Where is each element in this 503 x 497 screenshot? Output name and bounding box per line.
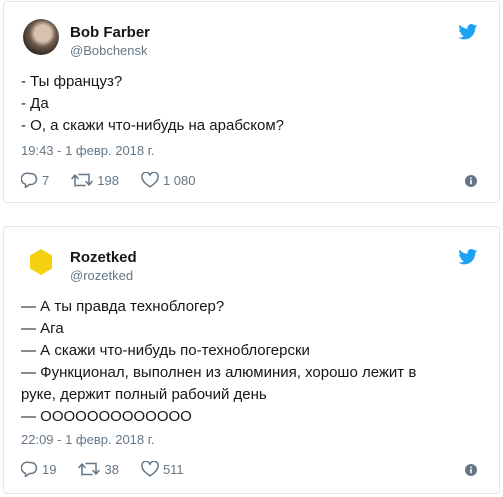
retweet-button[interactable]: 38: [78, 461, 119, 477]
tweet-line: - Да: [21, 95, 49, 112]
tweet-actions: 19 38 511: [21, 459, 206, 479]
timestamp[interactable]: 19:43 - 1 февр. 2018 г.: [21, 143, 155, 158]
tweet-actions: 7 198 1 080: [21, 170, 217, 190]
retweet-icon: [71, 173, 93, 187]
retweet-icon: [78, 462, 101, 476]
heart-icon: [141, 461, 159, 477]
avatar[interactable]: [23, 19, 59, 55]
tweet-line: - О, а скажи что-нибудь на арабском?: [21, 117, 284, 134]
avatar[interactable]: [23, 244, 59, 280]
reply-icon: [21, 461, 38, 477]
reply-icon: [21, 172, 38, 188]
tweet-text: - Ты француз? - Да - О, а скажи что-нибу…: [21, 71, 483, 137]
tweet-line: — А ты правда техноблогер?: [21, 298, 225, 315]
reply-button[interactable]: 19: [21, 461, 56, 477]
heart-icon: [141, 172, 159, 188]
reply-count: 7: [42, 172, 50, 188]
twitter-bird-icon[interactable]: [458, 249, 478, 265]
tweet-line: — А скажи что-нибудь по-техноблогерски: [21, 342, 310, 359]
retweet-count: 38: [104, 461, 119, 477]
tweet-card: Rozetked @rozetked — А ты правда технобл…: [3, 226, 500, 494]
tweet-line: — Функционал, выполнен из алюминия, хоро…: [21, 364, 417, 381]
twitter-bird-icon[interactable]: [458, 24, 478, 40]
reply-count: 19: [42, 461, 57, 477]
info-icon[interactable]: [465, 175, 477, 187]
author-name[interactable]: Bob Farber: [70, 24, 150, 41]
tweet-line: — ООООООООООООО: [21, 408, 192, 425]
tweet-card: Bob Farber @Bobchensk - Ты француз? - Да…: [3, 1, 500, 203]
like-button[interactable]: 511: [141, 461, 184, 477]
author-handle[interactable]: @Bobchensk: [70, 43, 148, 58]
reply-button[interactable]: 7: [21, 172, 49, 188]
like-count: 511: [162, 461, 184, 477]
author-name[interactable]: Rozetked: [70, 249, 137, 266]
retweet-count: 198: [97, 172, 119, 188]
author-handle[interactable]: @rozetked: [70, 268, 133, 283]
like-count: 1 080: [162, 172, 196, 188]
timestamp[interactable]: 22:09 - 1 февр. 2018 г.: [21, 432, 155, 447]
tweet-text: — А ты правда техноблогер? — Ага — А ска…: [21, 296, 483, 428]
info-icon[interactable]: [465, 464, 477, 476]
tweet-line: - Ты француз?: [21, 73, 123, 90]
rozetked-logo-icon: [30, 249, 52, 275]
tweet-line: — Ага: [21, 320, 64, 337]
retweet-button[interactable]: 198: [71, 172, 119, 188]
like-button[interactable]: 1 080: [141, 172, 196, 188]
tweet-line: руке, держит полный рабочий день: [21, 386, 267, 403]
